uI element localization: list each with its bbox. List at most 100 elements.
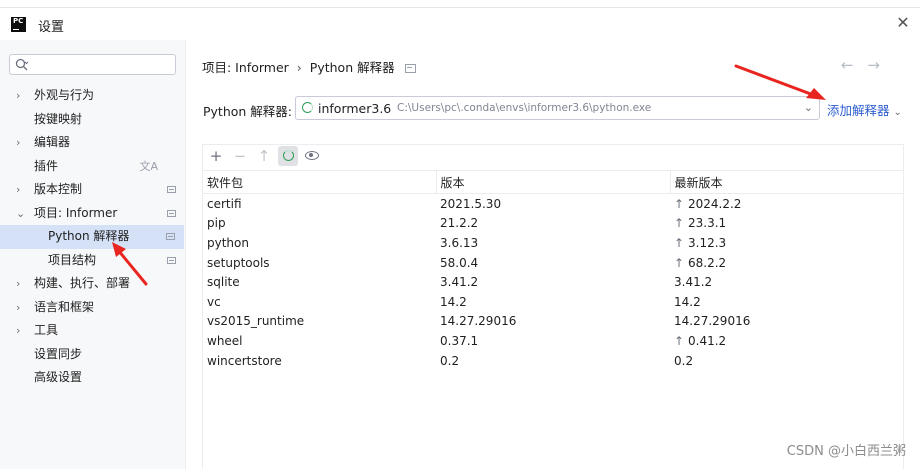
package-latest-version: 0.2 — [674, 353, 694, 368]
settings-search-field[interactable] — [9, 54, 176, 75]
translate-icon: 文A — [139, 159, 158, 173]
sidebar-item-settings-sync[interactable]: 设置同步 — [0, 343, 185, 367]
project-scope-icon — [167, 186, 176, 193]
package-latest-version: 14.27.29016 — [674, 314, 751, 329]
project-scope-icon — [404, 64, 416, 73]
close-icon[interactable]: ✕ — [894, 14, 912, 32]
table-row[interactable]: python 3.6.13 ↑ 3.12.3 — [203, 233, 903, 253]
window-title: 设置 — [38, 20, 65, 35]
sidebar-item-python-interpreter[interactable]: Python 解释器 — [0, 225, 184, 249]
table-row[interactable]: vs2015_runtime 14.27.29016 14.27.29016 — [203, 312, 903, 332]
chevron-down-icon: ⌄ — [16, 206, 26, 220]
table-row[interactable]: setuptools 58.0.4 ↑ 68.2.2 — [203, 253, 903, 273]
sidebar-item-version-control[interactable]: › 版本控制 — [0, 178, 185, 202]
package-version: 14.2 — [440, 294, 467, 309]
package-version: 2021.5.30 — [440, 196, 502, 211]
reload-button[interactable] — [278, 146, 298, 166]
settings-content: 项目: Informer › Python 解释器 ←→ Python 解释器: i… — [186, 40, 920, 469]
column-header-package[interactable]: 软件包 — [203, 170, 436, 194]
package-version: 3.41.2 — [440, 275, 479, 290]
sidebar-item-languages-frameworks[interactable]: › 语言和框架 — [0, 296, 185, 320]
add-package-icon[interactable]: + — [206, 146, 226, 166]
package-latest-version: 3.41.2 — [674, 275, 713, 290]
breadcrumb-separator: › — [296, 60, 302, 75]
table-row[interactable]: vc 14.2 14.2 — [203, 292, 903, 312]
upgrade-available-icon: ↑ — [674, 216, 685, 231]
column-header-version[interactable]: 版本 — [435, 170, 670, 194]
chevron-right-icon: › — [16, 89, 21, 102]
chevron-down-icon: ⌄ — [893, 107, 902, 118]
interpreter-path: C:\Users\pc\.conda\envs\informer3.6\pyth… — [397, 102, 652, 114]
chevron-right-icon: › — [16, 300, 21, 314]
sidebar-item-project-structure[interactable]: 项目结构 — [0, 249, 185, 273]
search-icon — [15, 58, 29, 71]
chevron-down-icon: ⌄ — [803, 101, 813, 114]
sidebar-item-keymap[interactable]: 按键映射 — [0, 108, 185, 132]
package-version: 3.6.13 — [440, 235, 479, 250]
table-row[interactable]: certifi 2021.5.30 ↑ 2024.2.2 — [203, 194, 903, 214]
forward-arrow-icon[interactable]: → — [867, 56, 894, 74]
title-bar: PC 设置 ✕ — [0, 8, 920, 40]
sidebar-item-plugins[interactable]: 插件 文A — [0, 155, 185, 179]
project-scope-icon — [166, 233, 175, 240]
package-version: 0.2 — [440, 353, 460, 368]
package-name: certifi — [207, 196, 242, 211]
chevron-right-icon: › — [16, 183, 21, 196]
sidebar-item-tools[interactable]: › 工具 — [0, 319, 185, 343]
table-row[interactable]: pip 21.2.2 ↑ 23.3.1 — [203, 214, 903, 234]
project-scope-icon — [167, 209, 176, 217]
package-name: python — [207, 235, 249, 250]
package-version: 0.37.1 — [440, 333, 479, 348]
package-name: vs2015_runtime — [207, 314, 305, 329]
package-latest-version: 14.2 — [674, 294, 701, 309]
package-name: sqlite — [207, 275, 240, 290]
packages-table-body: certifi 2021.5.30 ↑ 2024.2.2 pip 21.2.2 ↑ 23.3.… — [203, 194, 903, 371]
breadcrumb: 项目: Informer › Python 解释器 — [202, 57, 416, 76]
package-name: wincertstore — [207, 353, 282, 368]
upgrade-available-icon: ↑ — [674, 235, 685, 250]
upgrade-package-icon[interactable]: ↑ — [254, 146, 274, 166]
chevron-right-icon: › — [16, 324, 21, 337]
upgrade-available-icon: ↑ — [674, 255, 685, 270]
package-latest-version: ↑ 2024.2.2 — [674, 196, 742, 211]
add-interpreter-link[interactable]: 添加解释器 ⌄ — [827, 100, 902, 119]
sidebar-item-advanced-settings[interactable]: 高级设置 — [0, 366, 185, 390]
sidebar-item-appearance[interactable]: › 外观与行为 — [0, 84, 185, 108]
package-version: 21.2.2 — [440, 216, 479, 231]
interpreter-select[interactable]: informer3.6 C:\Users\pc\.conda\envs\info… — [295, 96, 820, 120]
package-version: 58.0.4 — [440, 255, 479, 270]
remove-package-icon[interactable]: − — [230, 146, 250, 166]
package-latest-version: ↑ 23.3.1 — [674, 216, 727, 231]
table-row[interactable]: wincertstore 0.2 0.2 — [203, 351, 903, 371]
table-row[interactable]: sqlite 3.41.2 3.41.2 — [203, 272, 903, 292]
package-name: wheel — [207, 333, 243, 348]
package-name: vc — [207, 294, 221, 309]
watermark: CSDN @小白西兰粥 — [786, 444, 906, 459]
sidebar-item-project[interactable]: ⌄ 项目: Informer — [0, 202, 185, 226]
chevron-right-icon: › — [16, 136, 21, 149]
settings-sidebar: › 外观与行为 按键映射 › 编辑器 插件 文A › 版本控制 ⌄ 项目: Informe… — [0, 40, 186, 469]
upgrade-available-icon: ↑ — [674, 333, 685, 348]
project-scope-icon — [167, 256, 176, 264]
pycharm-logo-icon: PC — [11, 17, 26, 32]
table-row[interactable]: wheel 0.37.1 ↑ 0.41.2 — [203, 331, 903, 351]
packages-panel: + − ↑ 软件包 版本 最新版本 certifi 2021.5.30 ↑ 2024.… — [202, 144, 904, 469]
settings-nav: › 外观与行为 按键映射 › 编辑器 插件 文A › 版本控制 ⌄ 项目: Informe… — [0, 84, 185, 390]
interpreter-label: Python 解释器: — [203, 104, 293, 119]
interpreter-name: informer3.6 — [318, 101, 392, 116]
breadcrumb-page: Python 解释器 — [309, 60, 395, 75]
reload-icon — [283, 150, 294, 161]
package-latest-version: ↑ 0.41.2 — [674, 333, 727, 348]
eye-icon — [305, 151, 319, 160]
sidebar-item-build-execution-deployment[interactable]: › 构建、执行、部署 — [0, 272, 185, 296]
package-latest-version: ↑ 68.2.2 — [674, 255, 727, 270]
column-header-latest-version[interactable]: 最新版本 — [669, 170, 903, 194]
loading-spinner-icon — [302, 102, 313, 113]
back-arrow-icon[interactable]: ← — [841, 56, 868, 74]
breadcrumb-project[interactable]: 项目: Informer — [202, 60, 289, 75]
sidebar-item-editor[interactable]: › 编辑器 — [0, 131, 185, 155]
package-name: pip — [207, 216, 226, 231]
package-latest-version: ↑ 3.12.3 — [674, 235, 727, 250]
upgrade-available-icon: ↑ — [674, 196, 685, 211]
show-early-releases-button[interactable] — [302, 146, 322, 166]
